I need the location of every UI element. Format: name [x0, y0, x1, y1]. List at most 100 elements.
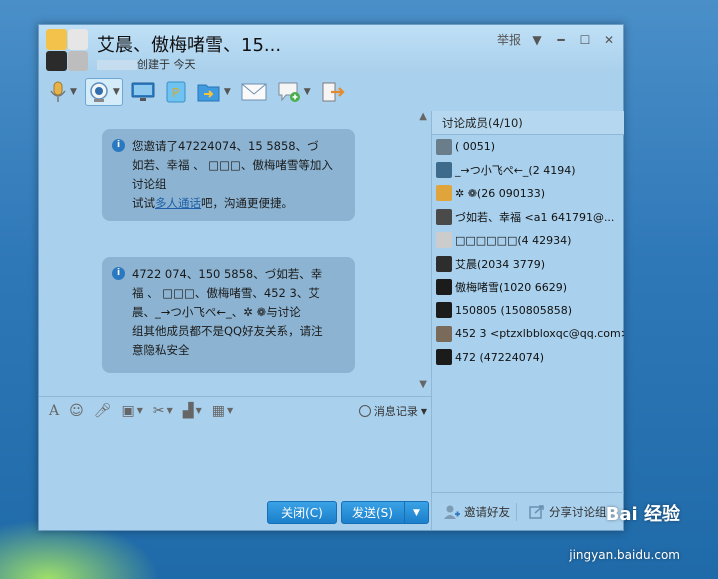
camera-icon — [90, 82, 108, 102]
flag-button[interactable]: P — [163, 78, 189, 106]
avatar-tile — [67, 29, 88, 50]
member-name: 452 3 <ptzxlbbloxqc@qq.com> — [455, 327, 624, 341]
title-controls: 举报 ▼ ━ ☐ ✕ — [497, 31, 617, 48]
screen-share-button[interactable] — [129, 78, 157, 106]
chevron-down-icon[interactable]: ▼ — [137, 406, 143, 415]
window-title: 艾晨、傲梅啫雪、15... — [97, 35, 282, 56]
avatar-tile — [67, 50, 88, 71]
scroll-up-icon[interactable]: ▲ — [419, 111, 427, 122]
member-row[interactable]: _→つ小飞ぺ←_(2 4194) — [436, 158, 624, 181]
member-avatar — [436, 208, 452, 225]
member-row[interactable]: □□□□□□(4 42934) — [436, 229, 624, 252]
font-icon[interactable]: A — [49, 403, 59, 419]
member-row[interactable]: 472 (47224074) — [436, 346, 624, 369]
video-button[interactable]: ▼ — [84, 78, 123, 106]
message-line: 试试多人通话吧，沟通更便捷。 — [132, 194, 345, 213]
member-row[interactable]: ( 0051) — [436, 135, 624, 158]
created-label: 创建于 今天 — [137, 58, 196, 71]
history-button[interactable]: 消息记录 ▼ — [358, 403, 427, 419]
send-label: 发送(S) — [352, 506, 393, 520]
chevron-down-icon[interactable]: ▼ — [227, 406, 233, 415]
more-icon[interactable]: ▦ ▼ — [212, 403, 233, 419]
dropdown-icon[interactable]: ▼ — [529, 32, 545, 48]
redacted-block — [97, 60, 137, 70]
image-icon[interactable]: ▣ ▼ — [122, 403, 143, 419]
member-name: ( 0051) — [455, 140, 496, 154]
chevron-down-icon[interactable]: ▼ — [304, 87, 311, 97]
member-row[interactable]: ✲ ❁(26 090133) — [436, 182, 624, 205]
notes-button[interactable]: ▼ — [275, 78, 313, 106]
folder-icon — [197, 84, 220, 102]
message-line: 意隐私安全 — [132, 343, 190, 357]
member-avatar — [436, 185, 452, 202]
share-button[interactable]: 分享讨论组 — [517, 504, 607, 520]
message-area: ▲ i 您邀请了47224074、15 5858、づ 如若、幸福 、 □□□、傲… — [39, 111, 431, 393]
system-message: i 您邀请了47224074、15 5858、づ 如若、幸福 、 □□□、傲梅啫… — [102, 129, 355, 221]
close-icon[interactable]: ✕ — [601, 32, 617, 48]
member-avatar — [436, 349, 452, 366]
message-line: 讨论组 — [132, 177, 167, 191]
member-row[interactable]: 452 3 <ptzxlbbloxqc@qq.com> — [436, 322, 624, 345]
member-avatar — [436, 232, 452, 249]
try-suffix: 吧，沟通更便捷。 — [201, 196, 293, 210]
message-line: 4722 074、150 5858、づ如若、幸 — [132, 267, 323, 281]
member-row[interactable]: 艾晨(2034 3779) — [436, 252, 624, 275]
mail-button[interactable] — [239, 78, 269, 106]
message-line: 如若、幸福 、 □□□、傲梅啫雪等加入 — [132, 158, 333, 172]
screen-share-icon — [131, 82, 155, 101]
member-row[interactable]: 150805 (150805858) — [436, 299, 624, 322]
member-name: _→つ小飞ぺ←_(2 4194) — [455, 164, 576, 178]
chevron-down-icon[interactable]: ▼ — [167, 406, 173, 415]
member-name: 150805 (150805858) — [455, 303, 573, 317]
report-link[interactable]: 举报 — [497, 31, 521, 48]
member-avatar — [436, 279, 452, 296]
avatar-tile — [46, 29, 67, 50]
info-icon: i — [112, 267, 125, 280]
scroll-down-icon[interactable]: ▼ — [419, 379, 427, 390]
minimize-icon[interactable]: ━ — [553, 32, 569, 48]
flag-icon: P — [166, 81, 186, 103]
watermark-brand-text: Bai 经验 — [605, 504, 680, 525]
member-row[interactable]: 傲梅啫雪(1020 6629) — [436, 275, 624, 298]
member-name: □□□□□□(4 42934) — [455, 233, 572, 247]
info-icon: i — [112, 139, 125, 152]
title-bar: 艾晨、傲梅啫雪、15... 创建于 今天 举报 ▼ ━ ☐ ✕ — [39, 25, 623, 73]
voice-icon — [50, 81, 66, 102]
invite-button[interactable]: 邀请好友 — [432, 504, 510, 520]
member-row[interactable]: づ如若、幸福 <a1 641791@... — [436, 205, 624, 228]
share-label: 分享讨论组 — [549, 504, 607, 519]
chat-window: 艾晨、傲梅啫雪、15... 创建于 今天 举报 ▼ ━ ☐ ✕ ▼ ▼ P ▼ — [38, 24, 624, 531]
main-toolbar: ▼ ▼ P ▼ ▼ — [47, 77, 347, 107]
exit-icon — [322, 82, 345, 102]
chevron-down-icon[interactable]: ▼ — [196, 406, 202, 415]
multi-call-link[interactable]: 多人通话 — [155, 196, 201, 210]
history-label: 消息记录 — [373, 405, 418, 418]
try-prefix: 试试 — [132, 196, 155, 210]
member-name: 艾晨(2034 3779) — [455, 257, 546, 271]
send-button[interactable]: 发送(S) ▼ — [341, 501, 429, 524]
voice-message-icon[interactable]: 🎤︎ — [94, 403, 112, 419]
mail-icon — [241, 83, 267, 101]
close-button[interactable]: 关闭(C) — [267, 501, 337, 524]
folder-button[interactable]: ▼ — [195, 78, 233, 106]
chevron-down-icon[interactable]: ▼ — [224, 87, 231, 97]
emoji-icon[interactable]: ☺ — [69, 403, 84, 419]
share-icon — [529, 504, 544, 519]
member-panel-footer: 邀请好友 分享讨论组 — [431, 492, 624, 530]
exit-button[interactable] — [319, 78, 347, 106]
chevron-down-icon[interactable]: ▼ — [113, 87, 120, 97]
send-options-icon[interactable]: ▼ — [404, 502, 428, 523]
input-toolbar: A ☺ 🎤︎ ▣ ▼ ✂ ▼ ▟ ▼ ▦ ▼ 消息记录 ▼ — [39, 396, 431, 424]
chevron-down-icon[interactable]: ▼ — [70, 87, 77, 97]
scissors-icon[interactable]: ✂ ▼ — [153, 403, 173, 419]
member-avatar — [436, 138, 452, 155]
member-name: 472 (47224074) — [455, 350, 545, 364]
maximize-icon[interactable]: ☐ — [577, 32, 593, 48]
voice-button[interactable]: ▼ — [47, 78, 79, 106]
member-panel-title: 讨论成员(4/10) — [432, 111, 624, 135]
chart-icon[interactable]: ▟ ▼ — [183, 403, 202, 419]
chevron-down-icon[interactable]: ▼ — [421, 407, 427, 416]
notes-icon — [278, 82, 300, 102]
watermark-brand: Bai 经验 — [606, 500, 680, 526]
member-name: づ如若、幸福 <a1 641791@... — [455, 210, 615, 224]
